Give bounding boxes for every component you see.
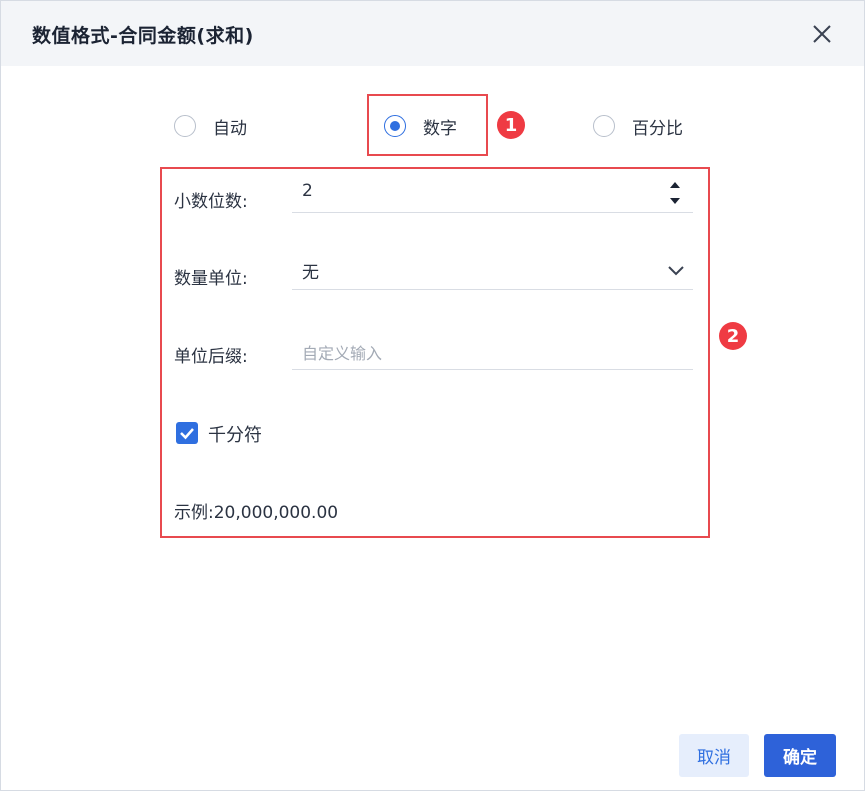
decimal-places-label: 小数位数:	[174, 192, 248, 212]
unit-suffix-placeholder: 自定义输入	[302, 344, 383, 363]
radio-percent[interactable]: 百分比	[593, 113, 683, 139]
quantity-unit-label: 数量单位:	[174, 269, 248, 289]
close-icon[interactable]	[809, 21, 835, 47]
thousands-separator-checkbox[interactable]	[176, 422, 198, 444]
annotation-box-1	[367, 94, 488, 156]
unit-suffix-label: 单位后缀:	[174, 347, 248, 367]
dialog-title: 数值格式-合同金额(求和)	[32, 25, 254, 47]
dialog-header: 数值格式-合同金额(求和)	[1, 1, 864, 66]
confirm-button[interactable]: 确定	[764, 734, 836, 777]
quantity-unit-select[interactable]: 无	[292, 255, 693, 290]
stepper-arrows-icon[interactable]	[665, 178, 685, 208]
cancel-button[interactable]: 取消	[679, 734, 749, 777]
check-icon	[180, 428, 194, 440]
radio-auto-circle[interactable]	[174, 115, 196, 137]
decimal-places-stepper[interactable]: 2	[292, 178, 693, 213]
radio-percent-circle[interactable]	[593, 115, 615, 137]
radio-percent-label: 百分比	[632, 118, 683, 139]
chevron-down-icon[interactable]	[665, 259, 687, 281]
decimal-places-value: 2	[302, 181, 313, 201]
thousands-separator-label[interactable]: 千分符	[208, 421, 262, 447]
number-format-dialog: 数值格式-合同金额(求和) 自动 数字 百分比 1 2 小数位数: 2 数量单位…	[0, 0, 865, 791]
radio-auto[interactable]: 自动	[174, 113, 247, 139]
quantity-unit-value: 无	[302, 263, 319, 283]
radio-auto-label: 自动	[213, 118, 247, 139]
unit-suffix-input[interactable]: 自定义输入	[292, 335, 693, 370]
annotation-badge-2: 2	[719, 322, 747, 350]
format-example: 示例:20,000,000.00	[174, 503, 339, 523]
annotation-badge-1: 1	[497, 111, 525, 139]
